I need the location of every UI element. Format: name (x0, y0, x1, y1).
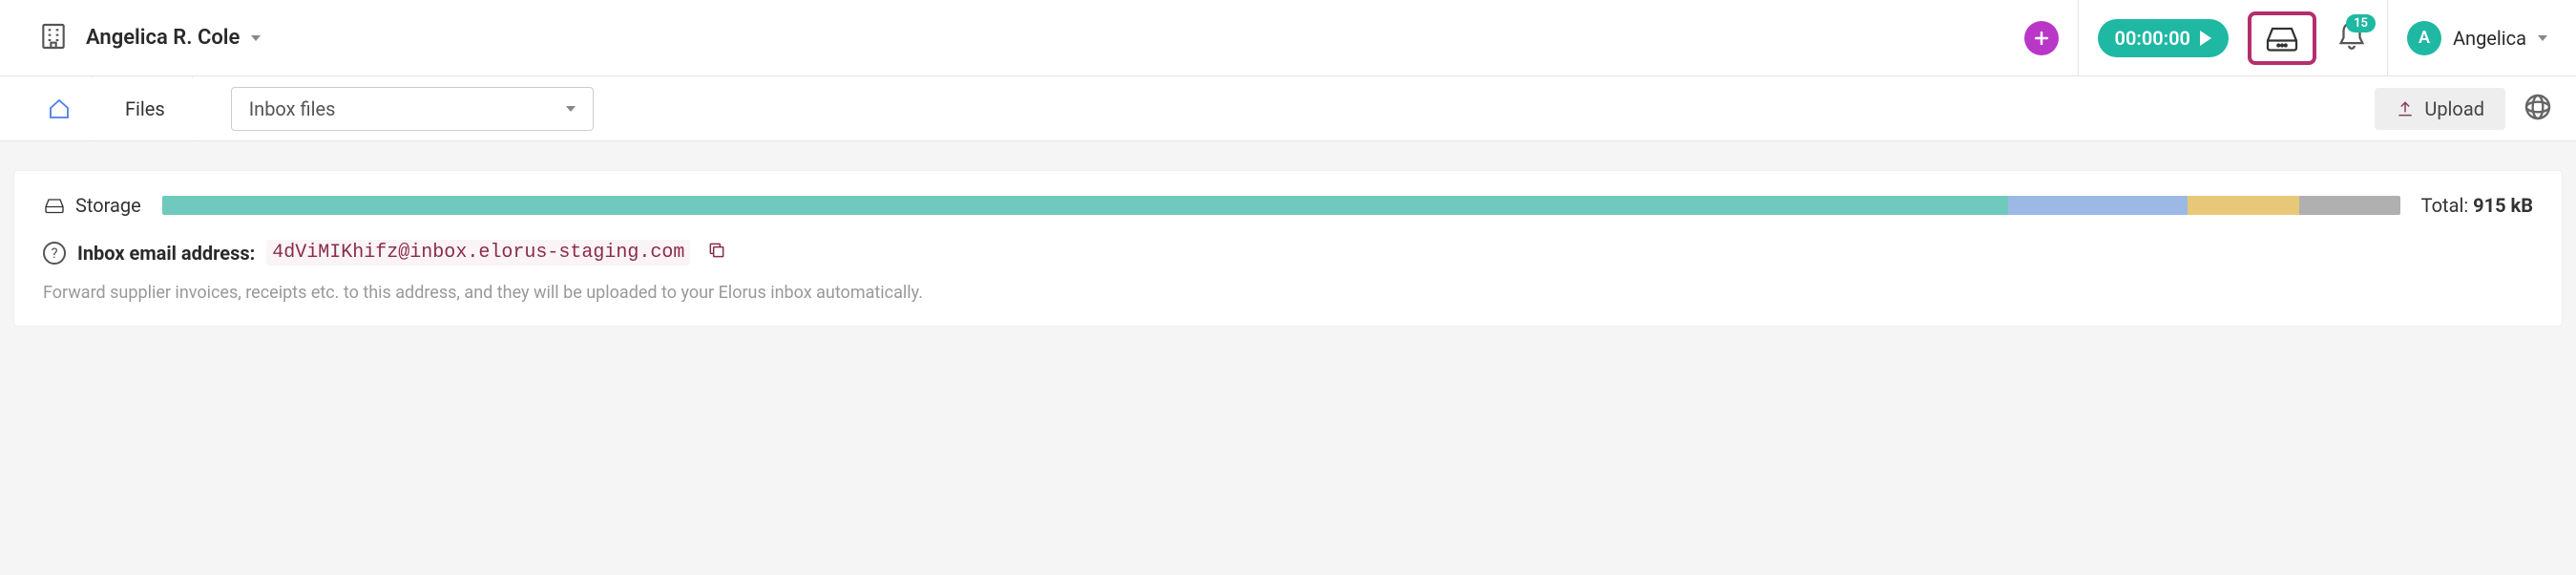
storage-segment (2188, 196, 2299, 215)
inbox-hint: Forward supplier invoices, receipts etc.… (43, 283, 2533, 303)
storage-card: Storage Total: 915 kB ? Inbox email addr… (13, 170, 2563, 327)
notifications-button[interactable]: 15 (2335, 20, 2368, 56)
timer-button[interactable]: 00:00:00 (2098, 19, 2229, 57)
user-menu[interactable]: A Angelica (2407, 21, 2547, 55)
notification-badge: 15 (2346, 14, 2376, 32)
files-label: Files (125, 97, 165, 120)
caret-down-icon (2538, 35, 2547, 41)
avatar: A (2407, 21, 2441, 55)
storage-total: Total: 915 kB (2421, 194, 2533, 217)
storage-row: Storage Total: 915 kB (43, 194, 2533, 217)
storage-heading: Storage (43, 194, 141, 217)
total-label: Total: (2421, 194, 2469, 217)
storage-segment (162, 196, 2009, 215)
org-selector[interactable]: Angelica R. Cole (86, 26, 261, 50)
add-button[interactable] (2024, 21, 2059, 55)
inbox-email-row: ? Inbox email address: 4dViMIKhifz@inbox… (43, 240, 2533, 266)
upload-label: Upload (2424, 97, 2484, 120)
caret-down-icon (251, 35, 261, 41)
copy-icon[interactable] (707, 241, 726, 265)
folder-select-value: Inbox files (249, 97, 336, 120)
storage-label-text: Storage (75, 194, 141, 217)
inbox-email-value: 4dViMIKhifz@inbox.elorus-staging.com (266, 240, 690, 266)
divider (2387, 0, 2388, 76)
apps-icon[interactable] (2523, 92, 2553, 126)
top-bar: Angelica R. Cole 00:00:00 15 A Angelica (0, 0, 2576, 76)
storage-nav-button[interactable] (2248, 11, 2316, 65)
subbar-actions: Upload (2375, 88, 2553, 130)
folder-select[interactable]: Inbox files (231, 87, 594, 131)
building-icon (38, 21, 69, 55)
breadcrumb: Files Inbox files (27, 76, 594, 141)
folder-select-wrap: Inbox files (231, 87, 594, 131)
help-icon[interactable]: ? (43, 242, 66, 265)
total-value: 915 kB (2473, 194, 2533, 217)
user-name-label: Angelica (2453, 27, 2526, 50)
home-crumb[interactable] (27, 76, 93, 141)
org-name-label: Angelica R. Cole (86, 26, 240, 50)
storage-segment (2008, 196, 2188, 215)
inbox-email-label: Inbox email address: (77, 242, 255, 265)
storage-segment (2299, 196, 2400, 215)
caret-down-icon (566, 106, 576, 112)
files-crumb[interactable]: Files (93, 76, 193, 141)
timer-value: 00:00:00 (2115, 27, 2190, 50)
sub-bar: Files Inbox files Upload (0, 76, 2576, 141)
upload-button[interactable]: Upload (2375, 88, 2505, 130)
play-icon (2200, 31, 2211, 46)
topbar-right: 00:00:00 15 A Angelica (2024, 0, 2547, 76)
topbar-left: Angelica R. Cole (38, 21, 261, 55)
divider (2078, 0, 2079, 76)
storage-bar (162, 196, 2400, 215)
